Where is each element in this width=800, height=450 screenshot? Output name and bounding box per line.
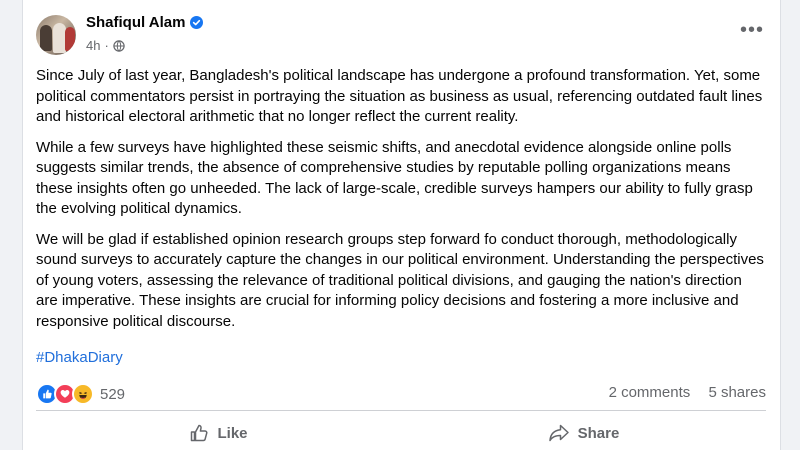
- action-divider: [36, 410, 766, 411]
- post-time[interactable]: 4h: [86, 38, 100, 53]
- post-meta: 4h ·: [86, 38, 125, 53]
- avatar[interactable]: [36, 15, 76, 55]
- share-button[interactable]: Share: [401, 416, 766, 450]
- post-stats: 529 2 comments 5 shares: [36, 383, 766, 405]
- post-card: Shafiqul Alam 4h · ••• Since July of las…: [22, 0, 781, 450]
- share-arrow-icon: [548, 424, 569, 442]
- shares-count[interactable]: 5 shares: [708, 384, 766, 401]
- post-actions: Like Share: [36, 416, 766, 450]
- globe-icon[interactable]: [113, 39, 125, 52]
- like-label: Like: [217, 424, 248, 442]
- haha-reaction-icon: [72, 383, 94, 405]
- comments-count[interactable]: 2 comments: [609, 384, 691, 401]
- post-paragraph-3: We will be glad if established opinion r…: [36, 230, 764, 330]
- verified-badge-icon: [190, 16, 204, 29]
- author-name[interactable]: Shafiqul Alam: [86, 14, 185, 31]
- share-label: Share: [577, 424, 620, 442]
- author-row: Shafiqul Alam: [86, 14, 204, 31]
- like-button[interactable]: Like: [36, 416, 401, 450]
- engagement-stats: 2 comments 5 shares: [595, 384, 766, 401]
- post-body: Since July of last year, Bangladesh's po…: [36, 66, 766, 369]
- post-header: Shafiqul Alam 4h · •••: [36, 12, 764, 60]
- post-paragraph-1: Since July of last year, Bangladesh's po…: [36, 67, 763, 125]
- hashtag-link[interactable]: #DhakaDiary: [36, 348, 123, 369]
- thumbs-up-icon: [191, 424, 208, 442]
- reactions-summary[interactable]: 529: [36, 383, 125, 405]
- more-options-icon[interactable]: •••: [740, 20, 764, 40]
- reaction-count[interactable]: 529: [100, 386, 125, 403]
- post-paragraph-2: While a few surveys have highlighted the…: [36, 138, 753, 218]
- meta-separator: ·: [104, 38, 109, 53]
